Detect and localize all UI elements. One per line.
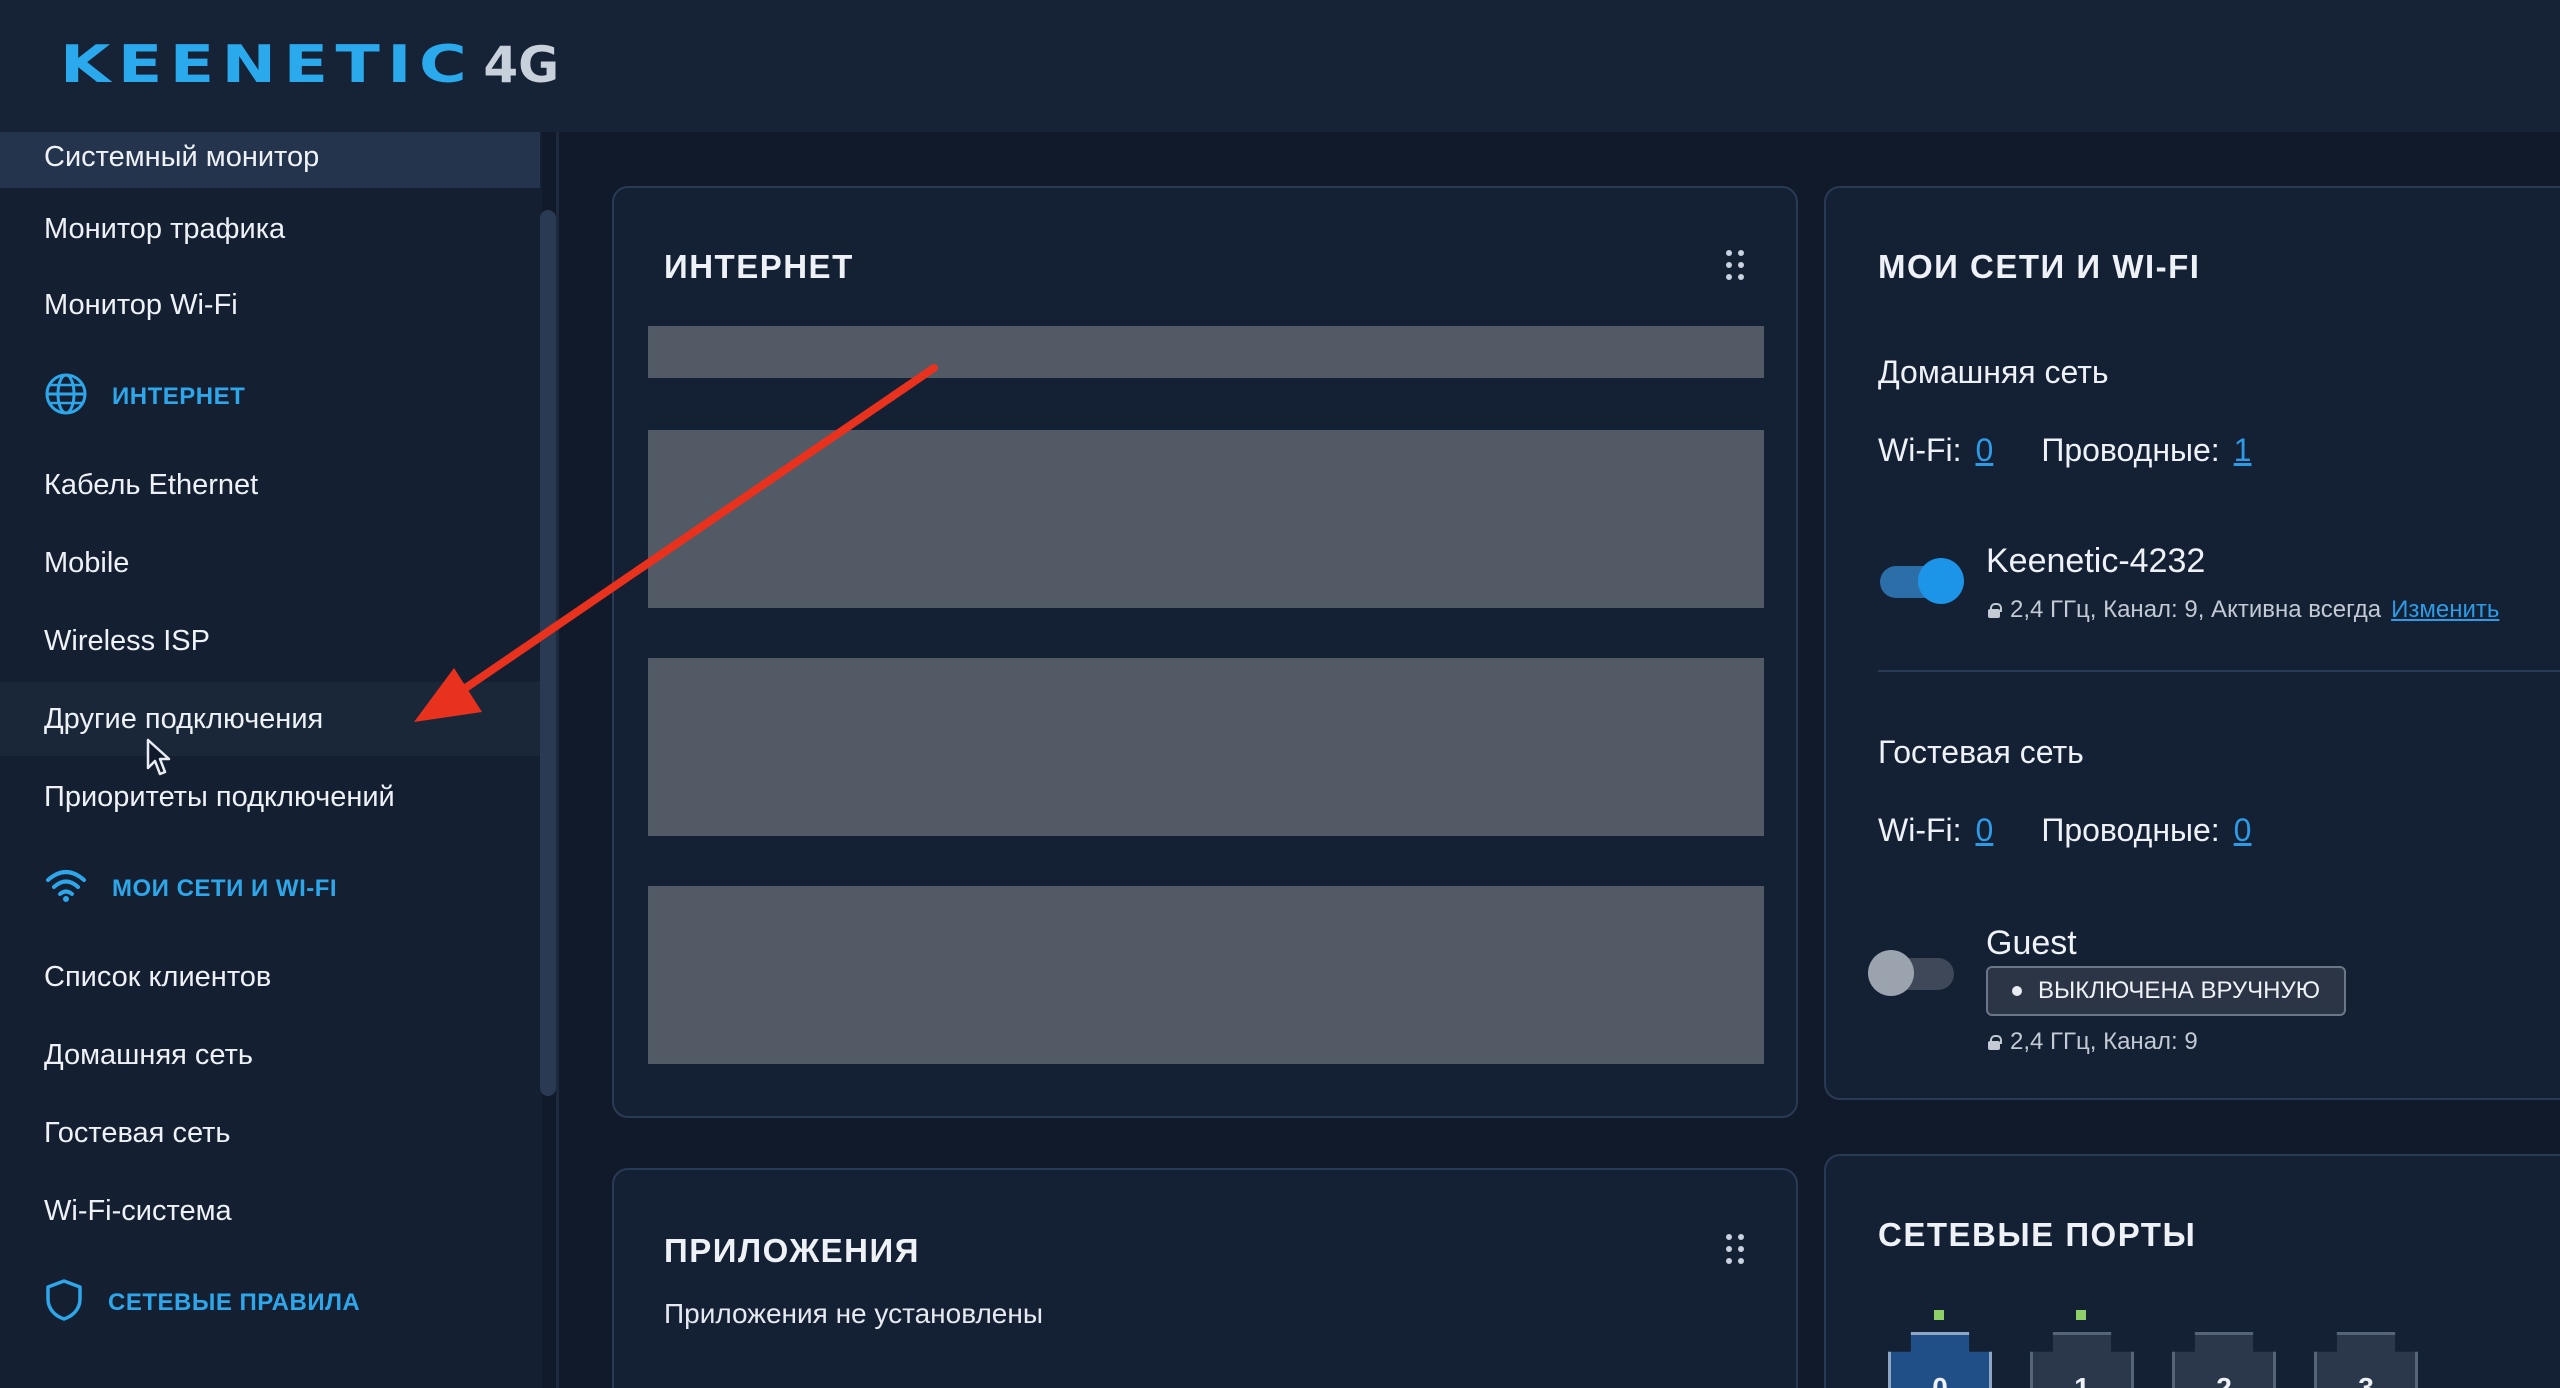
network-ports-card: СЕТЕВЫЕ ПОРТЫ 0 1 2 3 [1824,1154,2560,1388]
sidebar-item-label: Монитор Wi-Fi [44,288,238,321]
home-network-details-text: 2,4 ГГц, Канал: 9, Активна всегда [2010,596,2382,623]
home-network-toggle[interactable] [1880,558,1964,604]
guest-network-ssid: Guest [1986,924,2077,962]
apps-card: ПРИЛОЖЕНИЯ Приложения не установлены [612,1168,1798,1388]
wired-count-label: Проводные: [2041,812,2220,848]
shield-icon [44,1278,84,1329]
lock-icon [1988,1035,2002,1050]
loading-placeholder [648,430,1764,608]
loading-placeholder [648,658,1764,836]
home-wifi-count-link[interactable]: 0 [1976,432,1994,469]
sidebar-item-label: Список клиентов [44,960,272,993]
guest-status-text: ВЫКЛЮЧЕНА ВРУЧНУЮ [2038,977,2320,1004]
sidebar-item-other-connections[interactable]: Другие подключения [0,682,540,756]
home-network-ssid: Keenetic-4232 [1986,542,2206,580]
network-port-0[interactable]: 0 [1888,1310,1992,1388]
sidebar: Системный монитор Монитор трафика Монито… [0,132,542,1388]
network-port-3[interactable]: 3 [2314,1332,2418,1388]
sidebar-item-wireless-isp[interactable]: Wireless ISP [0,604,540,678]
sidebar-item-traffic-monitor[interactable]: Монитор трафика [0,192,540,266]
sidebar-item-wifi-monitor[interactable]: Монитор Wi-Fi [0,268,540,342]
home-network-counts: Wi-Fi: 0 Проводные: 1 [1878,432,2251,469]
port-label: 2 [2216,1372,2232,1388]
logo-brand-text: KEENETIC [60,35,475,95]
status-dot-icon [2012,986,2022,996]
sidebar-item-mobile[interactable]: Mobile [0,526,540,600]
sidebar-item-label: Монитор трафика [44,212,286,245]
sidebar-item-home-network[interactable]: Домашняя сеть [0,1018,540,1092]
sidebar-item-label: Другие подключения [44,702,324,735]
network-port-2[interactable]: 2 [2172,1332,2276,1388]
drag-handle-icon[interactable] [1726,250,1746,280]
sidebar-item-wifi-system[interactable]: Wi-Fi-система [0,1174,540,1248]
loading-placeholder [648,326,1764,378]
guest-network-counts: Wi-Fi: 0 Проводные: 0 [1878,812,2251,849]
wifi-icon [44,868,88,911]
wifi-count-label: Wi-Fi: [1878,812,1962,848]
network-port-1[interactable]: 1 [2030,1310,2134,1388]
sidebar-section-title: СЕТЕВЫЕ ПРАВИЛА [108,1289,361,1316]
sidebar-divider [556,132,559,1388]
loading-placeholder [648,886,1764,1064]
guest-status-badge: ВЫКЛЮЧЕНА ВРУЧНУЮ [1986,966,2346,1016]
sidebar-scrollbar[interactable] [540,210,556,1096]
sidebar-section-internet[interactable]: ИНТЕРНЕТ [0,360,540,434]
sidebar-item-label: Mobile [44,546,130,579]
section-divider [1878,670,2560,672]
sidebar-item-client-list[interactable]: Список клиентов [0,940,540,1014]
guest-network-toggle[interactable] [1868,950,1954,996]
card-title: МОИ СЕТИ И WI-FI [1878,248,2201,285]
sidebar-item-system-monitor[interactable]: Системный монитор [0,132,540,188]
wifi-count-label: Wi-Fi: [1878,432,1962,468]
globe-icon [44,372,88,423]
mouse-pointer-icon [146,738,172,783]
sidebar-section-my-networks[interactable]: МОИ СЕТИ И WI-FI [0,852,540,926]
sidebar-item-label: Системный монитор [44,140,320,173]
drag-handle-icon[interactable] [1726,1234,1746,1264]
sidebar-item-label: Домашняя сеть [44,1038,253,1071]
top-header: KEENETIC 4G [0,0,2560,132]
guest-wired-count-link[interactable]: 0 [2234,812,2252,849]
home-network-edit-link[interactable]: Изменить [2391,596,2499,624]
home-network-details: 2,4 ГГц, Канал: 9, Активна всегда Измени… [1988,596,2499,624]
my-networks-card: МОИ СЕТИ И WI-FI Домашняя сеть Wi-Fi: 0 … [1824,186,2560,1100]
guest-wifi-count-link[interactable]: 0 [1976,812,1994,849]
card-title: ПРИЛОЖЕНИЯ [664,1232,920,1269]
apps-empty-text: Приложения не установлены [664,1298,1043,1329]
card-title: СЕТЕВЫЕ ПОРТЫ [1878,1216,2197,1253]
sidebar-item-label: Приоритеты подключений [44,780,395,813]
port-label: 3 [2358,1372,2374,1388]
guest-network-details: 2,4 ГГц, Канал: 9 [1988,1028,2198,1056]
sidebar-section-network-rules[interactable]: СЕТЕВЫЕ ПРАВИЛА [0,1266,540,1340]
port-link-led [2076,1310,2086,1320]
keenetic-logo[interactable]: KEENETIC 4G [60,30,559,100]
wired-count-label: Проводные: [2041,432,2220,468]
sidebar-section-title: ИНТЕРНЕТ [112,383,246,410]
guest-network-title: Гостевая сеть [1878,734,2084,770]
logo-model-text: 4G [483,36,560,94]
guest-network-details-text: 2,4 ГГц, Канал: 9 [2010,1028,2198,1055]
lock-icon [1988,603,2002,618]
port-label: 1 [2074,1372,2090,1388]
home-wired-count-link[interactable]: 1 [2234,432,2252,469]
port-link-led [1934,1310,1944,1320]
sidebar-item-connection-priorities[interactable]: Приоритеты подключений [0,760,540,834]
internet-card: ИНТЕРНЕТ [612,186,1798,1118]
sidebar-item-label: Кабель Ethernet [44,468,259,501]
sidebar-item-guest-network[interactable]: Гостевая сеть [0,1096,540,1170]
sidebar-section-title: МОИ СЕТИ И WI-FI [112,875,338,902]
card-title: ИНТЕРНЕТ [664,248,854,285]
sidebar-item-ethernet-cable[interactable]: Кабель Ethernet [0,448,540,522]
sidebar-item-cut-off[interactable] [0,1354,540,1388]
sidebar-item-label: Гостевая сеть [44,1116,231,1149]
port-label: 0 [1932,1372,1948,1388]
sidebar-item-label: Wi-Fi-система [44,1194,232,1227]
home-network-title: Домашняя сеть [1878,354,2109,390]
sidebar-item-label: Wireless ISP [44,624,210,657]
